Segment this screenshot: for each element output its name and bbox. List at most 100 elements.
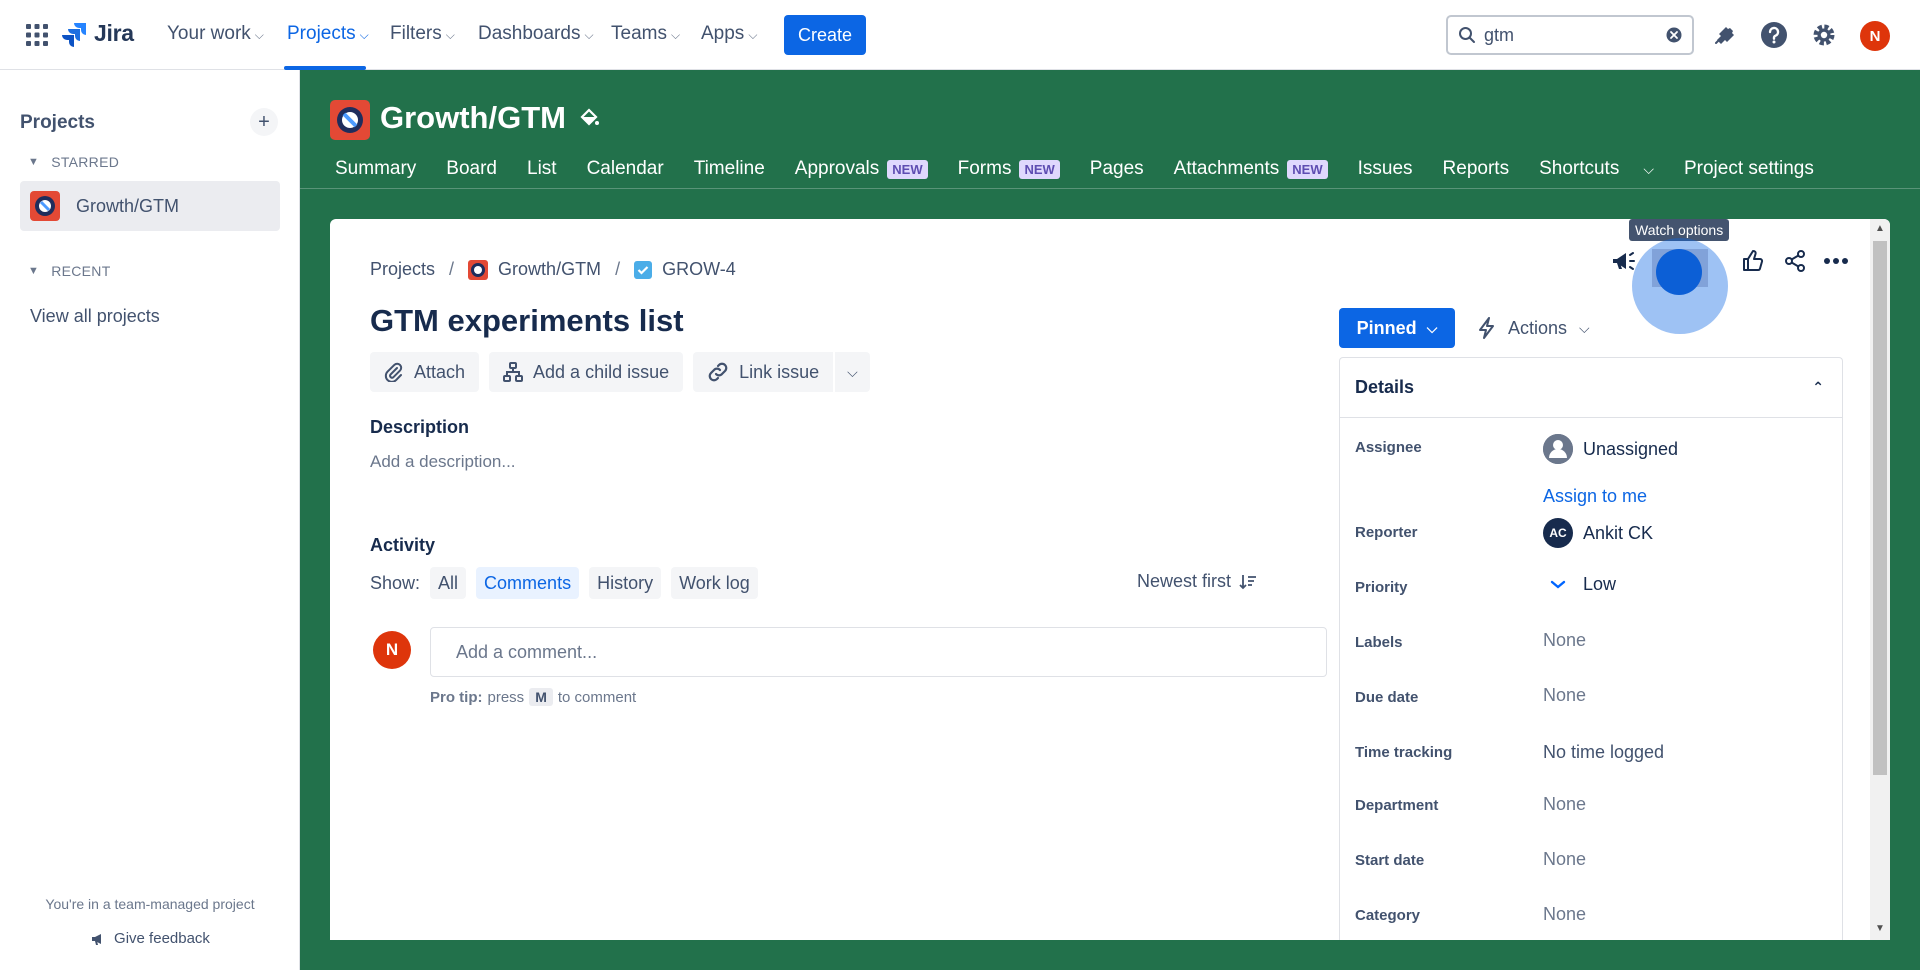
task-checkbox-icon <box>634 260 653 279</box>
issue-title[interactable]: GTM experiments list <box>370 303 684 339</box>
clear-search-icon[interactable] <box>1666 27 1682 43</box>
pro-tip: Pro tip: press M to comment <box>430 688 636 706</box>
nav-filters[interactable]: Filters ⌵ <box>390 23 455 45</box>
nav-dashboards[interactable]: Dashboards ⌵ <box>478 23 594 45</box>
tab-issues[interactable]: Issues <box>1358 158 1413 180</box>
nav-teams[interactable]: Teams ⌵ <box>611 23 680 45</box>
starred-section-toggle[interactable]: ▼ STARRED <box>28 154 119 170</box>
more-options-icon[interactable] <box>1823 257 1849 265</box>
create-button[interactable]: Create <box>784 15 866 55</box>
sort-icon <box>1239 574 1257 589</box>
share-icon[interactable] <box>1783 249 1807 273</box>
view-all-projects-link[interactable]: View all projects <box>30 306 160 327</box>
nav-your-work-label: Your work <box>167 23 251 44</box>
tab-project-settings[interactable]: Project settings <box>1684 158 1814 180</box>
tab-shortcuts[interactable]: Shortcuts ⌵ <box>1539 158 1654 180</box>
nav-dashboards-label: Dashboards <box>478 23 581 44</box>
thumbs-up-icon[interactable] <box>1741 249 1765 273</box>
priority-field[interactable]: Low <box>1543 574 1616 595</box>
tabs-divider <box>300 188 1920 189</box>
chevron-down-icon: ⌵ <box>670 27 681 42</box>
tab-label: Pages <box>1089 158 1144 179</box>
tab-attachments[interactable]: Attachments NEW <box>1174 158 1328 180</box>
nav-your-work[interactable]: Your work ⌵ <box>167 23 264 45</box>
start-date-field[interactable]: None <box>1543 849 1586 870</box>
project-avatar-icon[interactable] <box>330 100 370 140</box>
nav-projects[interactable]: Projects ⌵ <box>287 23 369 45</box>
field-label-priority: Priority <box>1355 579 1408 596</box>
due-date-field[interactable]: None <box>1543 685 1586 706</box>
add-child-issue-button[interactable]: Add a child issue <box>489 352 684 392</box>
breadcrumb-project[interactable]: Growth/GTM <box>498 259 601 280</box>
search-input[interactable] <box>1484 24 1664 46</box>
reporter-field[interactable]: AC Ankit CK <box>1543 518 1653 548</box>
pinned-label: Pinned <box>1356 317 1417 338</box>
filter-history[interactable]: History <box>589 567 662 599</box>
tab-label: Shortcuts <box>1539 158 1620 179</box>
department-field[interactable]: None <box>1543 794 1586 815</box>
tab-board[interactable]: Board <box>446 158 497 180</box>
tab-label: Issues <box>1357 158 1413 179</box>
assignee-value: Unassigned <box>1583 438 1679 459</box>
nav-teams-label: Teams <box>611 23 667 44</box>
details-header[interactable]: Details ⌃ <box>1340 358 1842 418</box>
add-project-button[interactable]: + <box>250 108 278 136</box>
more-actions-dropdown[interactable]: ⌵ <box>835 352 870 392</box>
nav-filters-label: Filters <box>390 23 442 44</box>
sort-order-button[interactable]: Newest first <box>1137 571 1257 592</box>
search-box[interactable] <box>1446 15 1694 55</box>
pinned-fields-button[interactable]: Pinned ⌵ <box>1339 308 1455 348</box>
tab-forms[interactable]: Forms NEW <box>958 158 1060 180</box>
actions-button[interactable]: Actions ⌵ <box>1478 308 1590 348</box>
tab-pages[interactable]: Pages <box>1090 158 1144 180</box>
feedback-icon[interactable] <box>1610 249 1636 273</box>
chevron-down-icon: ⌵ <box>748 27 758 42</box>
lightning-icon <box>1479 317 1494 339</box>
assign-to-me-link[interactable]: Assign to me <box>1543 486 1647 507</box>
help-icon[interactable] <box>1759 20 1789 50</box>
give-feedback-button[interactable]: Give feedback <box>0 930 300 947</box>
labels-field[interactable]: None <box>1543 630 1586 651</box>
issue-view: Projects / Growth/GTM / GROW-4 GTM exper… <box>330 219 1890 940</box>
breadcrumb-projects[interactable]: Projects <box>370 259 435 280</box>
scrollbar-thumb[interactable] <box>1873 241 1887 775</box>
nav-apps[interactable]: Apps ⌵ <box>701 23 757 45</box>
new-badge: NEW <box>1019 159 1060 179</box>
settings-icon[interactable] <box>1809 20 1839 50</box>
filter-comments[interactable]: Comments <box>476 567 580 599</box>
sidebar-item-growth-gtm[interactable]: Growth/GTM <box>20 181 280 231</box>
filter-all[interactable]: All <box>430 567 467 599</box>
breadcrumb-issue-key[interactable]: GROW-4 <box>662 259 736 280</box>
paint-bucket-icon[interactable] <box>578 108 600 130</box>
tab-summary[interactable]: Summary <box>335 158 416 180</box>
jira-logo[interactable]: Jira <box>62 20 134 47</box>
keyboard-shortcut-key: M <box>529 688 553 706</box>
chevron-down-icon: ⌵ <box>584 27 594 42</box>
time-tracking-field[interactable]: No time logged <box>1543 742 1664 763</box>
notifications-icon[interactable] <box>1709 20 1739 50</box>
attach-button[interactable]: Attach <box>370 352 480 392</box>
app-switcher-icon[interactable] <box>26 24 48 46</box>
description-editor[interactable]: Add a description... <box>370 452 516 472</box>
link-issue-button[interactable]: Link issue <box>693 352 834 392</box>
tab-calendar[interactable]: Calendar <box>587 158 664 180</box>
tab-approvals[interactable]: Approvals NEW <box>795 158 928 180</box>
watch-button[interactable] <box>1656 249 1702 295</box>
scroll-up-arrow-icon[interactable]: ▲ <box>1875 223 1885 234</box>
unassigned-avatar-icon <box>1543 434 1573 464</box>
breadcrumb-separator: / <box>615 259 621 279</box>
filter-work-log[interactable]: Work log <box>671 567 758 599</box>
recent-section-toggle[interactable]: ▼ RECENT <box>28 263 111 279</box>
tab-label: Board <box>446 158 497 179</box>
comment-input[interactable]: Add a comment... <box>430 627 1327 677</box>
tab-reports[interactable]: Reports <box>1443 158 1510 180</box>
tab-list[interactable]: List <box>527 158 557 180</box>
user-avatar[interactable]: N <box>1860 21 1890 51</box>
link-issue-label: Link issue <box>739 361 820 382</box>
scroll-down-arrow-icon[interactable]: ▼ <box>1875 923 1885 934</box>
tab-timeline[interactable]: Timeline <box>694 158 765 180</box>
assignee-field[interactable]: Unassigned <box>1543 434 1678 464</box>
project-tabs: Summary Board List Calendar Timeline App… <box>335 158 1844 180</box>
search-icon <box>1459 27 1475 43</box>
category-field[interactable]: None <box>1543 904 1586 925</box>
